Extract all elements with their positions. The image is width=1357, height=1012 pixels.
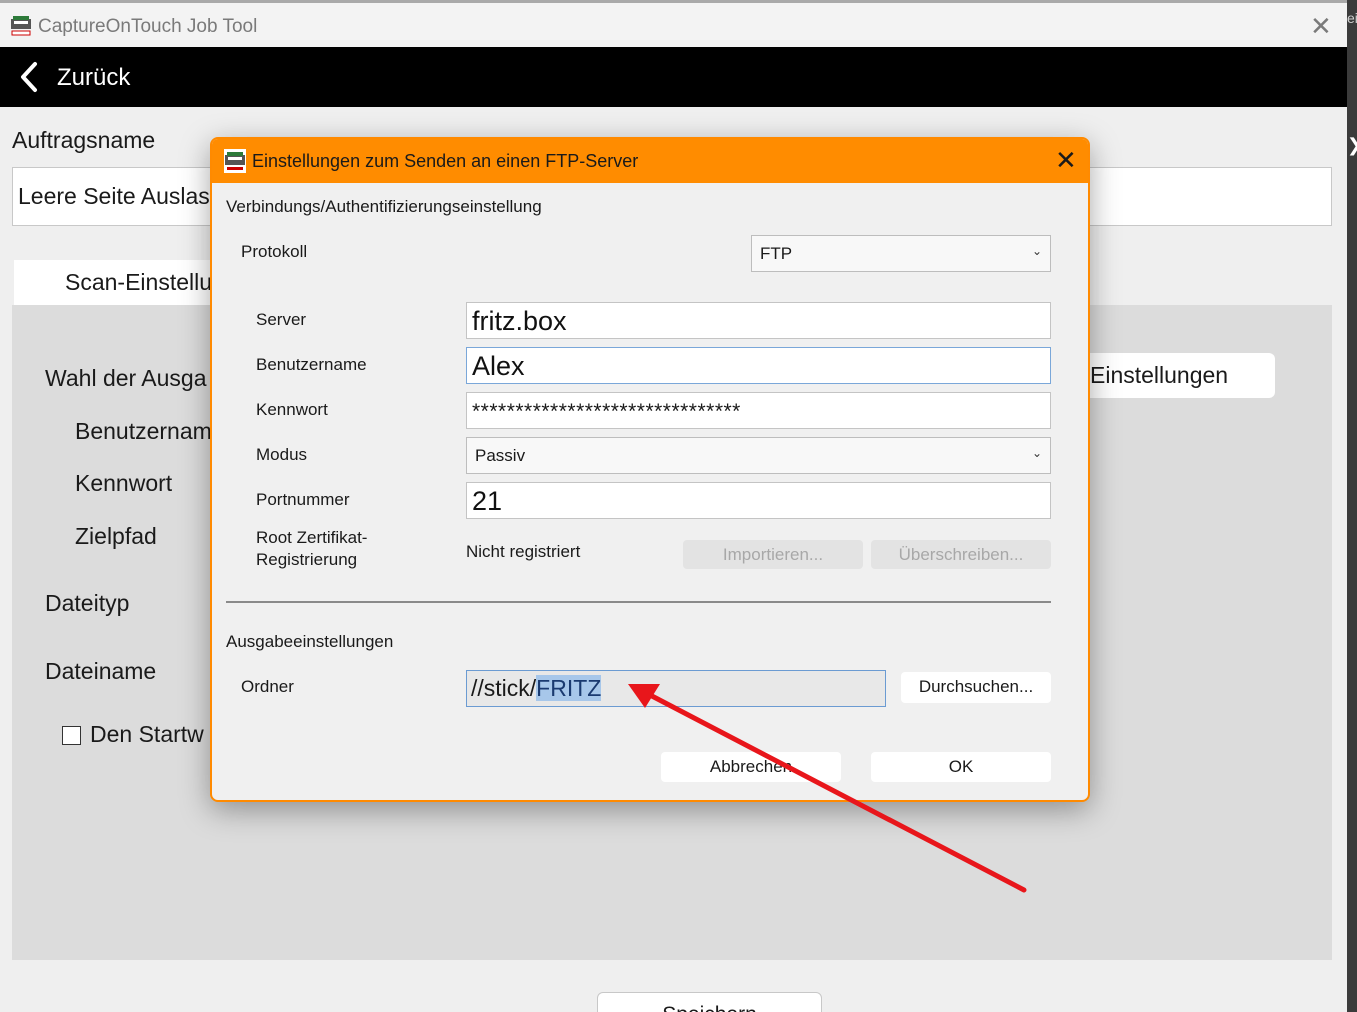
scanner-app-icon xyxy=(224,149,246,173)
dialog-titlebar: Einstellungen zum Senden an einen FTP-Se… xyxy=(212,139,1088,183)
protocol-label: Protokoll xyxy=(241,242,308,261)
mode-label: Modus xyxy=(256,445,308,464)
port-label: Portnummer xyxy=(256,490,350,509)
back-button[interactable]: Zurück xyxy=(57,64,130,92)
section-output-heading: Ausgabeeinstellungen xyxy=(226,632,394,651)
file-name-label: Dateiname xyxy=(45,658,157,684)
section-connection-heading: Verbindungs/Authentifizierungseinstellun… xyxy=(226,197,542,216)
navbar: Zurück xyxy=(0,47,1347,107)
tab-scan-settings[interactable]: Scan-Einstellu xyxy=(14,260,214,305)
folder-label: Ordner xyxy=(241,677,294,696)
protocol-select[interactable]: FTP ⌄ xyxy=(751,235,1051,272)
dialog-title: Einstellungen zum Senden an einen FTP-Se… xyxy=(252,151,639,171)
server-label: Server xyxy=(256,310,307,329)
chevron-down-icon: ⌄ xyxy=(1031,244,1042,258)
username-field-label: Benutzername xyxy=(256,355,367,374)
ok-button[interactable]: OK xyxy=(871,752,1051,782)
server-input[interactable]: fritz.box xyxy=(466,302,1051,339)
adjacent-window-text: ei xyxy=(1347,10,1357,26)
root-cert-status: Nicht registriert xyxy=(466,542,581,561)
start-value-checkbox[interactable] xyxy=(62,726,81,745)
file-type-label: Dateityp xyxy=(45,590,130,616)
settings-button[interactable]: Einstellungen xyxy=(1070,353,1275,398)
port-input[interactable]: 21 xyxy=(466,482,1051,519)
username-input[interactable]: Alex xyxy=(466,347,1051,384)
import-button[interactable]: Importieren... xyxy=(683,540,863,569)
window-close-button[interactable]: ✕ xyxy=(1310,13,1332,39)
adjacent-window-strip: ei ❯ xyxy=(1347,0,1357,1012)
save-button[interactable]: Speichern xyxy=(597,992,822,1012)
folder-selected-text: FRITZ xyxy=(536,675,602,701)
root-cert-label: Root Zertifikat- xyxy=(256,528,368,547)
root-cert-label-line2: Registrierung xyxy=(256,550,358,569)
password-field-label: Kennwort xyxy=(256,400,328,419)
window-titlebar: CaptureOnTouch Job Tool ✕ xyxy=(0,0,1347,47)
chevron-left-icon[interactable] xyxy=(18,61,40,93)
overwrite-button[interactable]: Überschreiben... xyxy=(871,540,1051,569)
cancel-button[interactable]: Abbrechen xyxy=(661,752,841,782)
output-choice-label: Wahl der Ausga xyxy=(45,365,207,391)
dialog-close-button[interactable]: ✕ xyxy=(1055,147,1077,173)
chevron-right-icon: ❯ xyxy=(1347,135,1357,156)
password-input[interactable]: ******************************* xyxy=(466,392,1051,429)
folder-path-prefix: //stick/ xyxy=(471,675,537,701)
scanner-app-icon xyxy=(11,16,31,36)
mode-select[interactable]: Passiv ⌄ xyxy=(466,437,1051,474)
section-divider xyxy=(226,601,1051,603)
chevron-down-icon: ⌄ xyxy=(1031,446,1042,460)
job-name-label: Auftragsname xyxy=(12,127,156,153)
mode-value: Passiv xyxy=(475,446,526,465)
target-path-label: Zielpfad xyxy=(75,523,157,549)
browse-button[interactable]: Durchsuchen... xyxy=(901,672,1051,703)
folder-input[interactable]: //stick/FRITZ xyxy=(466,670,886,707)
window-title: CaptureOnTouch Job Tool xyxy=(38,16,258,37)
protocol-value: FTP xyxy=(760,244,793,263)
username-label: Benutzernam xyxy=(75,418,212,444)
checkbox-label: Den Startw xyxy=(90,721,204,747)
password-label: Kennwort xyxy=(75,470,173,496)
